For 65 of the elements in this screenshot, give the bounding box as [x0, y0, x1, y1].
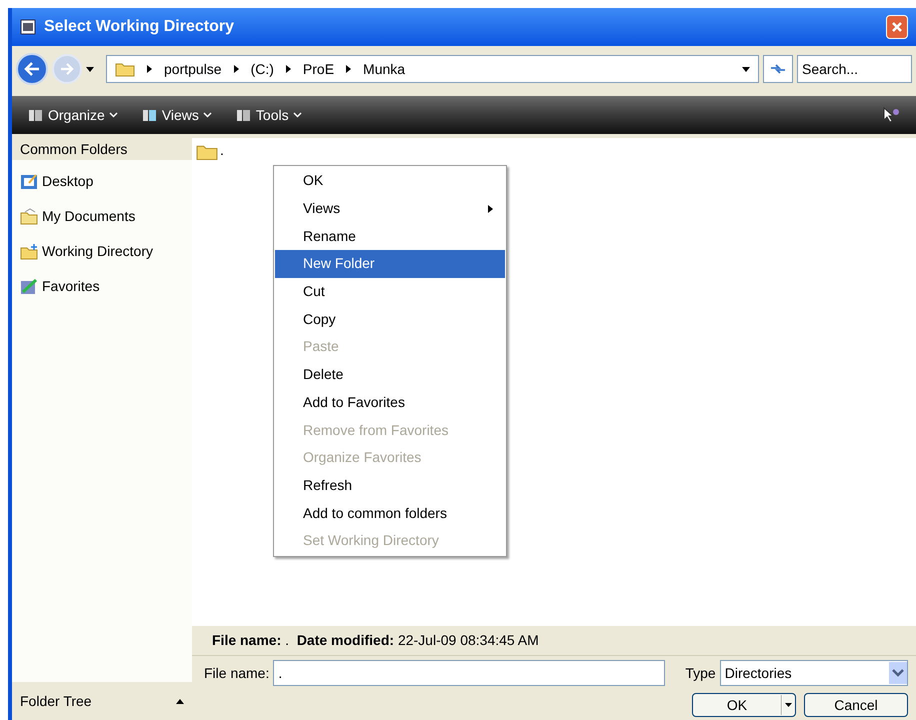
toolbar-menu-button[interactable]: Views: [142, 104, 212, 126]
toolbar-icon: [28, 108, 44, 122]
triangle-right-icon: [286, 65, 291, 73]
file-name-label: File name:: [204, 664, 270, 682]
address-field[interactable]: portpulse (C:) ProE Munka: [106, 55, 759, 83]
triangle-right-icon: [346, 65, 352, 73]
desktop-icon: [20, 173, 38, 190]
file-item[interactable]: .: [192, 138, 916, 161]
sidebar-item[interactable]: Favorites: [12, 269, 192, 304]
chevron-down-icon: [108, 112, 118, 118]
arrow-right-icon: [60, 63, 74, 75]
menu-item[interactable]: Views: [275, 194, 505, 222]
caret-icon: [86, 66, 94, 72]
folder-icon: [115, 61, 135, 77]
file-name-field[interactable]: .: [273, 660, 666, 686]
favorites-icon: [20, 278, 38, 295]
caret-icon: [742, 66, 750, 72]
triangle-up-icon: [176, 698, 184, 704]
ok-button[interactable]: OK: [692, 693, 796, 717]
details-text: File name: . Date modified: 22-Jul-09 08:34:45 AM: [212, 631, 539, 650]
triangle-right-icon: [147, 65, 152, 73]
close-button[interactable]: [886, 15, 908, 39]
toolbar-icon: [236, 108, 252, 122]
chevron-down-icon: [292, 112, 302, 118]
menu-item[interactable]: Add to common folders: [275, 499, 505, 527]
toolbar-icon: [142, 108, 158, 122]
window-title: Select Working Directory: [44, 17, 235, 37]
folder-icon: [20, 243, 38, 260]
menu-item[interactable]: Delete: [275, 360, 505, 388]
arrow-left-icon: [24, 62, 40, 76]
caret-icon: [781, 695, 795, 715]
menu-item[interactable]: Add to Favorites: [275, 388, 505, 416]
type-dropdown[interactable]: Directories: [720, 660, 908, 686]
breadcrumb-item[interactable]: (C:): [250, 58, 274, 80]
sidebar-item[interactable]: Working Directory: [12, 234, 192, 269]
sidebar-item[interactable]: My Documents: [12, 199, 192, 234]
menu-item[interactable]: Rename: [275, 222, 505, 250]
triangle-right-icon: [234, 65, 239, 73]
refresh-icon: [770, 63, 786, 75]
folder-icon: [20, 208, 38, 225]
menu-item[interactable]: OK: [275, 167, 505, 195]
menu-item[interactable]: New Folder: [275, 250, 505, 278]
chevron-down-icon: [202, 112, 212, 118]
toolbar-menu-button[interactable]: Tools: [236, 104, 302, 126]
folder-icon: [196, 143, 218, 161]
breadcrumb-item[interactable]: portpulse: [164, 58, 222, 80]
menu-item[interactable]: Cut: [275, 278, 505, 306]
back-button[interactable]: [16, 53, 48, 85]
close-icon: [891, 21, 903, 33]
breadcrumb-item[interactable]: Munka: [363, 58, 406, 80]
folder-tree-button[interactable]: Folder Tree: [12, 682, 192, 720]
cancel-button[interactable]: Cancel: [804, 693, 908, 717]
triangle-right-icon: [488, 204, 493, 213]
help-icon: [882, 106, 900, 124]
menu-item[interactable]: Copy: [275, 305, 505, 334]
type-label: Type: [685, 664, 716, 683]
refresh-button[interactable]: [763, 55, 793, 83]
dropdown-icon: [889, 662, 907, 684]
sidebar-heading: Common Folders: [19, 140, 128, 159]
search-field[interactable]: Search...: [797, 55, 912, 83]
breadcrumb-item[interactable]: ProE: [302, 58, 334, 80]
toolbar-menu-button[interactable]: Organize: [28, 104, 118, 126]
menu-item[interactable]: Refresh: [275, 472, 505, 500]
window-icon: [20, 19, 36, 35]
sidebar-item[interactable]: Desktop: [12, 164, 192, 199]
